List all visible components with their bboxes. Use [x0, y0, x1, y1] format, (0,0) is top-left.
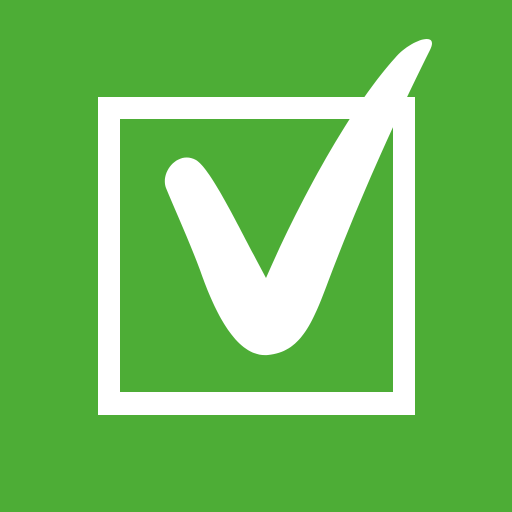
- checkbox-graphic: [98, 38, 432, 415]
- app-icon[interactable]: [0, 0, 512, 512]
- checkmark-icon: [164, 38, 432, 356]
